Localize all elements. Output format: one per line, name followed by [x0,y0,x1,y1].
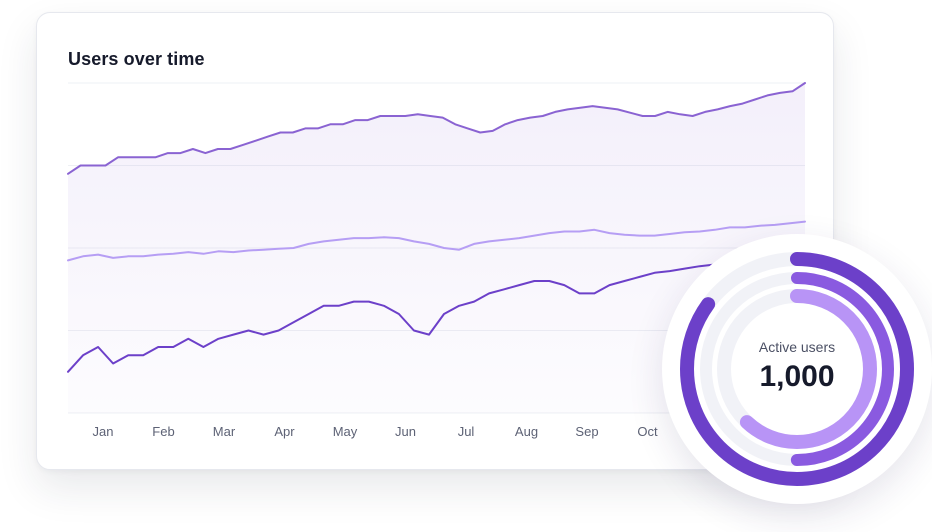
x-tick-label: Apr [274,424,295,439]
x-tick-label: Oct [637,424,658,439]
x-tick-label: May [333,424,358,439]
donut-center-label: Active users [758,339,836,355]
x-tick-label: Jan [93,424,114,439]
active-users-donut: Active users 1,000 [662,234,932,504]
x-tick-label: Jun [395,424,416,439]
x-tick-label: Jul [458,424,475,439]
x-tick-label: Aug [515,424,538,439]
x-axis-ticks: JanFebMarAprMayJunJulAugSepOctNov [93,424,721,439]
x-tick-label: Mar [213,424,236,439]
x-tick-label: Sep [575,424,598,439]
x-tick-label: Feb [152,424,174,439]
donut-center-value: 1,000 [759,360,835,393]
